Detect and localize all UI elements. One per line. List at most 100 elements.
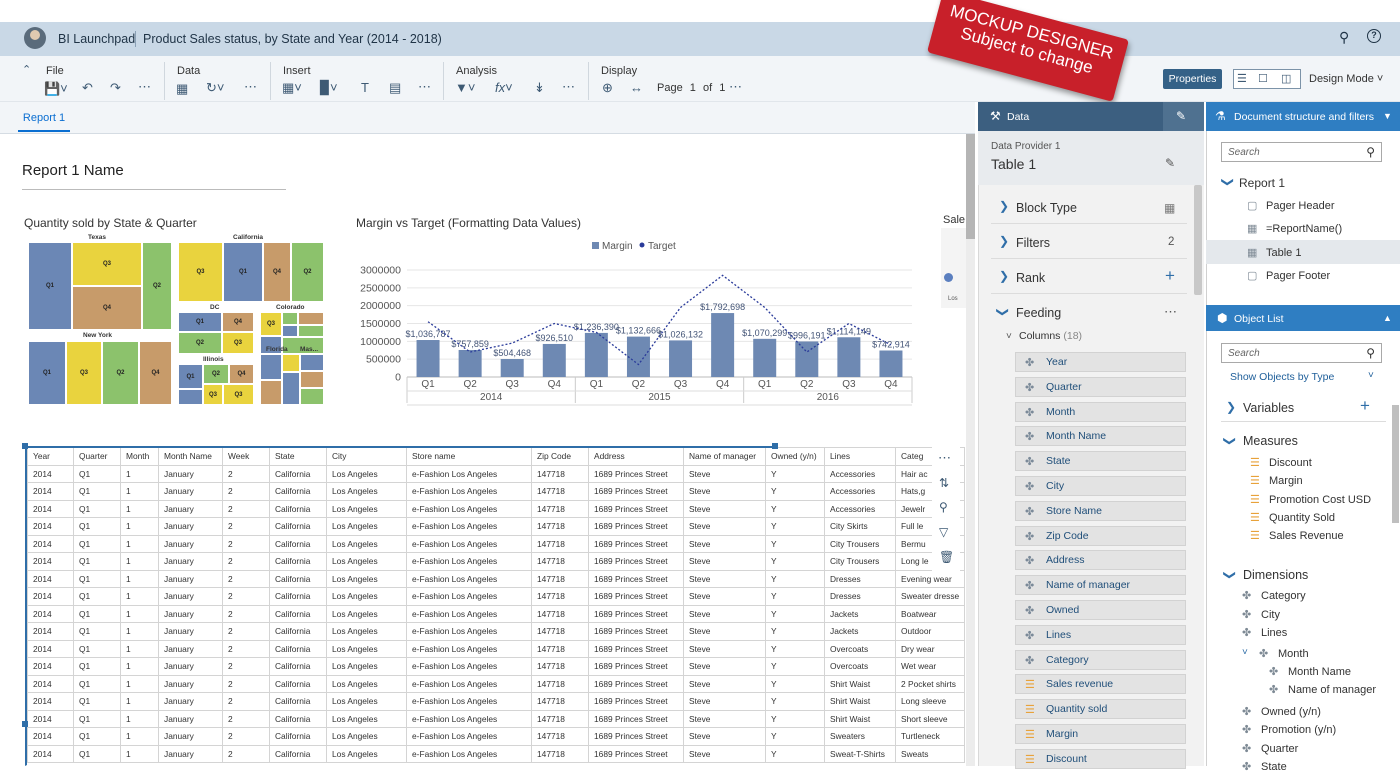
treemap-cell[interactable]: Q4 [263,242,291,302]
table-cell[interactable]: Accessories [824,482,896,501]
bar[interactable] [711,313,735,377]
search-icon[interactable]: ⚲ [1366,346,1375,360]
object-dimension[interactable]: Category [1261,590,1306,602]
delete-icon[interactable]: 🗑 [939,550,954,564]
comment-view-icon[interactable]: ☐ [1258,72,1268,85]
tree-report-1[interactable]: Report 1 [1239,176,1285,190]
sort-icon[interactable]: ⇅ [939,476,949,490]
refresh-icon[interactable]: ↻˅ [206,80,224,96]
table-cell[interactable]: City Trousers [824,534,896,553]
search-icon[interactable]: ⚲ [1339,29,1349,46]
bar[interactable] [837,337,861,377]
treemap-cell[interactable]: Q1 [178,364,203,389]
treemap-cell[interactable] [300,388,324,405]
bar[interactable] [458,349,482,377]
help-icon[interactable]: ? [1367,29,1381,43]
table-cell[interactable]: 2 Pocket shirts [894,674,966,693]
object-dimension[interactable]: Quarter [1261,743,1298,755]
chevron-right-icon[interactable]: ❯ [999,269,1009,283]
object-dimension[interactable]: Owned (y/n) [1261,706,1321,718]
app-name[interactable]: BI Launchpad [58,32,135,46]
measures-label[interactable]: Measures [1243,434,1298,448]
save-icon[interactable]: 💾˅ [44,81,68,97]
treemap-cell[interactable] [178,389,203,405]
chevron-down-icon[interactable]: ❯ [996,307,1010,317]
table-cell[interactable]: Shirt Waist [824,674,896,693]
table-cell[interactable]: Dry wear [894,639,966,658]
object-search-input[interactable]: Search ⚲ [1221,343,1382,363]
search-icon[interactable]: ⚲ [1366,145,1375,159]
table-cell[interactable]: Sweat-T-Shirts [824,744,896,763]
treemap-cell[interactable]: Q4 [139,341,172,405]
treemap-cell[interactable]: Q2 [178,332,222,354]
object-dimension[interactable]: City [1261,609,1280,621]
dimensions-label[interactable]: Dimensions [1243,568,1308,582]
feeding-field-lines[interactable]: ✤ Lines [1015,624,1186,645]
object-measure[interactable]: Promotion Cost USD [1269,494,1371,506]
more-icon[interactable]: ⋯ [938,450,951,466]
more-file-icon[interactable]: ⋯ [138,79,151,95]
filter-icon[interactable]: ▽ [939,525,948,539]
ranking-icon[interactable]: ⚲ [939,500,948,514]
table-cell[interactable]: Sweats [894,744,966,763]
formula-icon[interactable]: fx˅ [495,80,513,95]
redo-icon[interactable]: ↷ [110,80,121,96]
report-name[interactable]: Report 1 Name [22,162,124,179]
insert-text-icon[interactable]: T [361,80,369,95]
undo-icon[interactable]: ↶ [82,80,93,96]
feeding-field-margin[interactable]: ☰ Margin [1015,724,1186,744]
chevron-down-icon[interactable]: ❯ [1221,177,1235,187]
treemap-cell[interactable]: Q3 [66,341,102,405]
object-measure[interactable]: Quantity Sold [1269,512,1335,524]
edit-data-icon[interactable]: ▦ [176,81,188,97]
more-analysis-icon[interactable]: ⋯ [562,79,575,95]
table-cell[interactable]: Turtleneck [894,727,966,746]
treemap-cell[interactable] [298,312,324,325]
treemap-cell[interactable]: Q2 [102,341,139,405]
treemap-cell[interactable]: Q3 [178,242,223,302]
feeding-field-month-name[interactable]: ✤ Month Name [1015,426,1186,447]
treemap-cell[interactable]: Q3 [260,312,282,336]
chevron-right-icon[interactable]: ❯ [1226,400,1236,414]
table-cell[interactable]: City Skirts [824,517,896,536]
more-data-icon[interactable]: ⋯ [244,79,257,95]
columns-chevron-icon[interactable]: ˅ [1006,331,1012,342]
resize-handle[interactable] [772,443,778,449]
feeding-field-quarter[interactable]: ✤ Quarter [1015,376,1186,397]
margin-target-chart[interactable]: Margin Target 0 500000 1000000 1500000 2000000… [350,234,920,410]
collapse-icon[interactable]: ▲ [1383,313,1392,323]
tree-pager-header[interactable]: Pager Header [1266,200,1335,212]
treemap-cell[interactable]: Q4 [222,312,254,332]
chevron-down-icon[interactable]: ❯ [1223,436,1237,446]
treemap-cell[interactable]: Q3 [222,332,254,354]
chevron-down-icon[interactable]: ˅ [1368,370,1374,381]
treemap-cell[interactable]: Q2 [203,364,229,384]
brush-icon[interactable]: ✎ [1176,109,1186,123]
bar[interactable] [584,332,608,377]
chevron-down-icon[interactable]: ❯ [1223,570,1237,580]
rank-label[interactable]: Rank [1016,271,1045,285]
properties-button[interactable]: Properties [1163,69,1222,89]
filters-label[interactable]: Filters [1016,236,1050,250]
treemap-cell[interactable]: Q1 [223,242,263,302]
object-list-scroll-thumb[interactable] [1392,405,1399,523]
treemap-cell[interactable]: Q4 [72,286,142,330]
feeding-field-address[interactable]: ✤ Address [1015,550,1186,571]
treemap-cell[interactable]: Q3 [72,242,142,286]
table-cell[interactable]: Shirt Waist [824,692,896,711]
table-cell[interactable]: Accessories [824,499,896,518]
object-measure[interactable]: Discount [1269,457,1312,469]
treemap-cell[interactable] [282,325,298,337]
drill-icon[interactable]: ↡ [534,80,545,96]
tree-table-1[interactable]: Table 1 [1266,247,1301,259]
table-cell[interactable]: Wet wear [894,657,966,676]
table-cell[interactable]: Overcoats [824,657,896,676]
table-cell[interactable]: Shirt Waist [824,709,896,728]
feeding-field-year[interactable]: ✤ Year [1015,352,1186,372]
chevron-right-icon[interactable]: ❯ [999,234,1009,248]
treemap-cell[interactable]: Q3 [223,384,254,405]
insert-chart-icon[interactable]: ▉˅ [320,80,338,96]
bar[interactable] [626,336,650,377]
data-panel-scroll-thumb[interactable] [1194,185,1202,295]
user-avatar[interactable] [24,27,46,49]
